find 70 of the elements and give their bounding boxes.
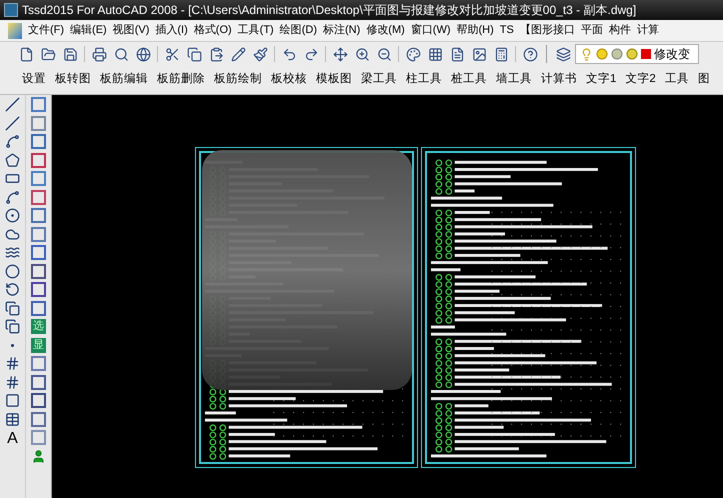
rectangle-icon: [5, 171, 20, 186]
tool-icon[interactable]: [31, 134, 46, 149]
tool-icon[interactable]: [31, 356, 46, 371]
menu-item[interactable]: 编辑(E): [70, 22, 107, 39]
tool-icon[interactable]: [31, 412, 46, 426]
tool-icon[interactable]: [31, 171, 46, 186]
menu-item[interactable]: 绘图(D): [280, 22, 317, 39]
tool-icon[interactable]: [31, 282, 46, 297]
tool-icon[interactable]: [31, 97, 46, 112]
toolbar-item[interactable]: 模板图: [316, 71, 352, 89]
color-swatch-icon: [641, 49, 651, 59]
toolbar-item[interactable]: 板转图: [55, 71, 91, 89]
layer-name: 修改变: [654, 46, 690, 63]
arc-icon: [5, 190, 20, 204]
tool-icon[interactable]: [31, 393, 46, 408]
layer-dropdown[interactable]: 修改变: [575, 44, 699, 64]
point-icon[interactable]: [11, 344, 14, 346]
circle-icon: [5, 208, 20, 223]
tool-icon[interactable]: [31, 245, 46, 260]
menu-item[interactable]: 视图(V): [112, 22, 150, 39]
menu-item[interactable]: 工具(T): [238, 22, 274, 39]
toolbar-item[interactable]: 图: [698, 71, 710, 89]
toolbar-item[interactable]: 板筋绘制: [214, 71, 262, 89]
person-icon: [31, 448, 46, 464]
toolbar-item[interactable]: 板筋编辑: [100, 71, 148, 89]
menu-item[interactable]: 【图形接口: [520, 22, 575, 39]
tool-icon[interactable]: 显: [31, 338, 46, 352]
tool-icon[interactable]: [31, 190, 46, 204]
menu-item[interactable]: 计算: [636, 22, 659, 39]
menu-item[interactable]: 插入(I): [155, 22, 188, 39]
app-icon: [4, 3, 18, 17]
toolbar-item[interactable]: 柱工具: [406, 71, 442, 89]
ellipse-icon: [5, 264, 20, 278]
tool-icon[interactable]: 选: [31, 319, 46, 334]
toolbar-item[interactable]: 墙工具: [496, 71, 532, 89]
menu-item[interactable]: TS: [500, 22, 514, 39]
text-tool[interactable]: A: [7, 430, 18, 448]
toolbar-item[interactable]: 板筋删除: [157, 71, 205, 89]
menu-item[interactable]: 平面: [580, 22, 603, 39]
menu-item[interactable]: 帮助(H): [456, 22, 494, 39]
menu-item[interactable]: 标注(N): [323, 22, 360, 39]
tool-icon[interactable]: [31, 300, 46, 316]
lightbulb-icon: [580, 48, 593, 60]
tool-icon[interactable]: [31, 208, 46, 223]
hatch-icon: [5, 356, 20, 371]
toolbar-item[interactable]: 桩工具: [451, 71, 487, 89]
menu-item[interactable]: 格式(O): [194, 22, 232, 39]
tool-icon[interactable]: [31, 374, 46, 390]
toolbar-item[interactable]: 板校核: [271, 71, 307, 89]
toolbar-item[interactable]: 文字1: [586, 71, 616, 89]
polyline-icon: [5, 134, 20, 149]
menu-item[interactable]: 修改(M): [366, 22, 405, 39]
spline-icon: [5, 245, 20, 260]
toolbar-item[interactable]: 工具: [664, 71, 689, 89]
tool-icon[interactable]: [31, 226, 46, 242]
polygon-icon: [5, 152, 20, 168]
menu-item[interactable]: 窗口(W): [410, 22, 450, 39]
tool-icon[interactable]: [31, 152, 46, 168]
toolbar-item[interactable]: 梁工具: [361, 71, 397, 89]
menu-item[interactable]: 构件: [608, 22, 631, 39]
line-icon: [5, 97, 20, 112]
menu-item[interactable]: 文件(F): [28, 22, 64, 39]
toolbar-item[interactable]: 设置: [22, 71, 46, 89]
toolbar-item[interactable]: 计算书: [541, 71, 577, 89]
cloud-icon: [5, 226, 20, 242]
tool-icon[interactable]: [31, 264, 46, 278]
ray-icon: [5, 116, 20, 130]
toolbar-item[interactable]: 文字2: [625, 71, 656, 89]
table-icon: [5, 412, 20, 426]
window-title: Tssd2015 For AutoCAD 2008 - [C:\Users\Administrator\Desktop\平面图与报建修改对比加坡道变更00_t3 - 副本.dwg]: [22, 2, 636, 19]
